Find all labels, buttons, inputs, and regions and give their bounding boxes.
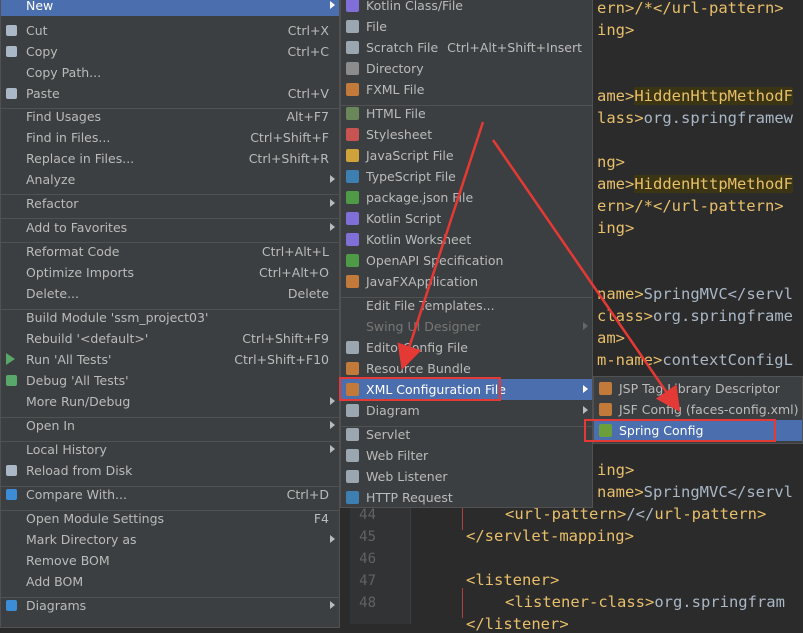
arrow-to-spring-config (491, 139, 681, 413)
annotation-arrows (397, 121, 681, 413)
arrow-to-xml-config (397, 121, 485, 371)
